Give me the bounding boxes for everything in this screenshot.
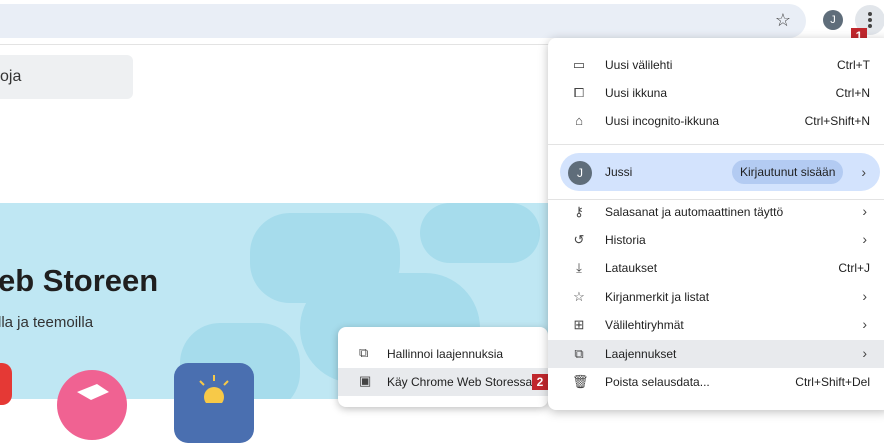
chevron-right-icon: › xyxy=(862,203,867,219)
chevron-right-icon: › xyxy=(862,316,867,332)
hero-subtitle: lla ja teemoilla xyxy=(0,314,94,331)
menu-item-bookmarks[interactable]: ☆ Kirjanmerkit ja listat › xyxy=(548,283,884,311)
download-icon: ⤓ xyxy=(576,260,582,275)
search-text: oja xyxy=(0,68,22,85)
profile-avatar-large: J xyxy=(568,161,592,185)
menu-item-passwords[interactable]: ⚷ Salasanat ja automaattinen täyttö › xyxy=(548,198,884,226)
signed-in-status: Kirjautunut sisään xyxy=(732,160,844,184)
menu-item-new-window[interactable]: ⧠ Uusi ikkuna Ctrl+N xyxy=(548,79,884,107)
new-window-icon: ⧠ xyxy=(573,85,585,100)
chrome-main-menu: ▭ Uusi välilehti Ctrl+T ⧠ Uusi ikkuna Ct… xyxy=(548,38,884,410)
bookmark-star-icon: ☆ xyxy=(573,289,585,304)
extensions-submenu: ⧉ Hallinnoi laajennuksia ▣ Käy Chrome We… xyxy=(338,327,548,407)
menu-item-tab-groups[interactable]: ⊞ Välilehtiryhmät › xyxy=(548,311,884,339)
incognito-icon: ⌂ xyxy=(575,113,583,128)
trash-icon: 🗑 xyxy=(572,374,589,389)
app-icon-pink[interactable] xyxy=(57,370,127,440)
profile-name: Jussi xyxy=(605,165,633,179)
star-icon[interactable]: ☆ xyxy=(772,9,794,31)
search-field[interactable]: oja xyxy=(0,55,133,99)
web-store-icon: ▣ xyxy=(359,373,372,388)
chevron-right-icon: › xyxy=(862,288,867,304)
hero-title: eb Storeen xyxy=(0,263,159,298)
manage-extensions-item[interactable]: ⧉ Hallinnoi laajennuksia xyxy=(338,340,548,368)
profile-row[interactable]: J Jussi Kirjautunut sisään › xyxy=(560,153,880,191)
grid-icon: ⊞ xyxy=(573,317,585,332)
history-icon: ↺ xyxy=(573,232,585,247)
menu-item-extensions[interactable]: ⧉ Laajennukset › xyxy=(548,340,884,368)
menu-item-downloads[interactable]: ⤓ Lataukset Ctrl+J xyxy=(548,254,884,282)
menu-divider xyxy=(548,144,884,145)
chevron-right-icon: › xyxy=(862,231,867,247)
menu-item-new-incognito[interactable]: ⌂ Uusi incognito-ikkuna Ctrl+Shift+N xyxy=(548,107,884,135)
address-bar[interactable] xyxy=(0,4,806,38)
puzzle-icon: ⧉ xyxy=(574,346,584,361)
chevron-right-icon: › xyxy=(861,164,866,180)
visit-web-store-item[interactable]: ▣ Käy Chrome Web Storessa xyxy=(338,368,548,396)
menu-item-history[interactable]: ↺ Historia › xyxy=(548,226,884,254)
puzzle-icon: ⧉ xyxy=(359,345,369,360)
new-tab-icon: ▭ xyxy=(572,57,586,72)
menu-item-clear-data[interactable]: 🗑 Poista selausdata... Ctrl+Shift+Del xyxy=(548,368,884,396)
step-badge-2: 2 xyxy=(532,374,548,390)
menu-item-new-tab[interactable]: ▭ Uusi välilehti Ctrl+T xyxy=(548,51,884,79)
chevron-right-icon: › xyxy=(862,345,867,361)
key-icon: ⚷ xyxy=(574,204,584,219)
profile-avatar[interactable]: J xyxy=(823,10,843,30)
app-icon-weather[interactable] xyxy=(174,363,254,443)
